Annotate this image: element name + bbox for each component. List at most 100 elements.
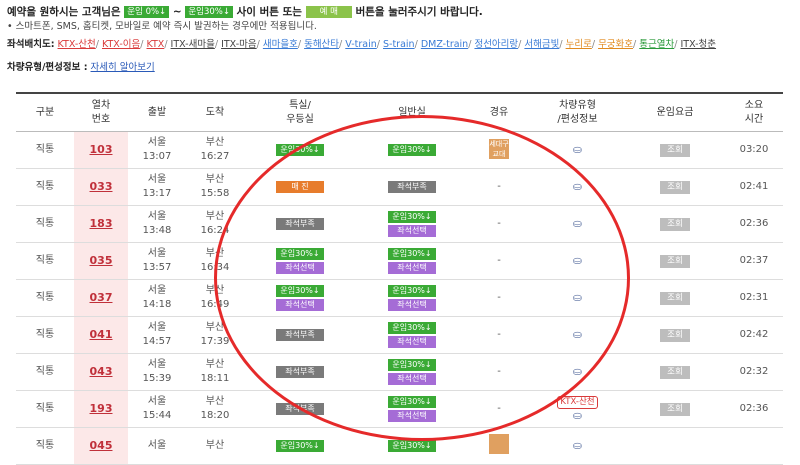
seat-status-button[interactable]: 좌석부족 [276,218,324,230]
seat-status-button[interactable]: 좌석부족 [276,366,324,378]
seat-layout-icon[interactable]: ⛀ [573,217,582,231]
seat-layout-link[interactable]: KTX-산천 [58,39,96,50]
seat-status-button[interactable]: 매 진 [276,181,324,193]
seat-layout-link[interactable]: 정선아리랑 [474,39,518,50]
seat-status-button[interactable]: 좌석선택 [388,299,436,311]
seat-layout-link[interactable]: ITX-청춘 [680,39,716,50]
train-type: 직통 [16,168,74,206]
seat-status-button[interactable]: 운임30%↓ [388,285,436,297]
seat-status-button[interactable]: 운임30%↓ [388,211,436,223]
fare-view-button[interactable]: 조회 [660,366,690,379]
seat-status-button[interactable]: 운임30%↓ [388,322,436,334]
seat-layout-icon[interactable]: ⛀ [573,291,582,305]
seat-layout-link[interactable]: ITX-마음 [221,39,257,50]
seat-status-button[interactable]: 운임30%↓ [276,144,324,156]
seat-status-button[interactable]: 운임30%↓ [388,359,436,371]
seat-status-button[interactable]: 좌석선택 [276,262,324,274]
fare-view-button[interactable]: 조회 [660,255,690,268]
train-number-cell: 103 [74,131,128,169]
fare-view-button[interactable]: 조회 [660,403,690,416]
via-cell [468,427,530,465]
train-number-link[interactable]: 103 [90,143,113,156]
car-type-cell: KTX-산천 ⛀ [530,390,625,428]
seat-layout-icon[interactable]: ⛀ [573,409,582,423]
special-seat-cell: 운임30%↓ [244,131,356,169]
seat-layout-link[interactable]: 통근열차 [639,39,674,50]
seat-layout-icon[interactable]: ⛀ [573,254,582,268]
duration: 02:36 [725,205,783,243]
seat-status-button[interactable]: 좌석선택 [388,410,436,422]
seat-status-button[interactable]: 좌석부족 [276,329,324,341]
via-cell: - [468,353,530,391]
seat-layout-icon[interactable]: ⛀ [573,365,582,379]
arrival-cell: 부산 18:20 [186,390,244,428]
train-schedule-table: 구분 열차 번호 출발 도착 특실/우등실 일반실 경유 차량유형/편성정보 운임요금 소요 시간 직… [16,92,783,465]
seat-layout-link[interactable]: 동해산타 [304,39,339,50]
train-number-link[interactable]: 033 [90,180,113,193]
train-number-link[interactable]: 035 [90,254,113,267]
column-header: 열차 번호 [74,92,128,132]
train-number-link[interactable]: 041 [90,328,113,341]
duration: 02:37 [725,242,783,280]
train-number-link[interactable]: 045 [90,439,113,452]
seat-layout-link[interactable]: 서해금빛 [524,39,559,50]
seat-status-button[interactable]: 좌석선택 [388,262,436,274]
train-number-link[interactable]: 037 [90,291,113,304]
seat-layout-link[interactable]: 무궁화호 [598,39,633,50]
arrival-cell: 부산 18:11 [186,353,244,391]
seat-status-button[interactable]: 운임30%↓ [276,285,324,297]
seat-layout-link[interactable]: ITX-새마을 [171,39,215,50]
departure-cell: 서울 [128,427,186,465]
car-info-link[interactable]: 자세히 알아보기 [91,62,155,73]
seat-layout-link[interactable]: KTX-이음 [102,39,140,50]
seat-layout-icon[interactable]: ⛀ [573,143,582,157]
via-info-button[interactable]: 세대구 교대 [489,139,509,159]
seat-layout-link[interactable]: V-train [345,39,376,50]
seat-status-button[interactable]: 좌석선택 [388,336,436,348]
notice-text-c: 버튼을 눌러주시기 바랍니다. [355,6,483,18]
seat-layout-link[interactable]: KTX [147,39,165,50]
seat-status-button[interactable]: 운임30%↓ [388,396,436,408]
seat-layout-link[interactable]: 누리로 [566,39,592,50]
seat-layout-link[interactable]: S-train [383,39,415,50]
general-seat-cell: 좌석부족 [356,168,468,206]
seat-status-button[interactable]: 운임30%↓ [388,248,436,260]
special-seat-cell: 좌석부족 [244,316,356,354]
fare-view-button[interactable]: 조회 [660,144,690,157]
fare-view-button[interactable]: 조회 [660,292,690,305]
fare-cell: 조회 [625,353,725,391]
fare-cell: 조회 [625,242,725,280]
fare-cell: 조회 [625,205,725,243]
arrival-time: 16:24 [200,225,230,236]
seat-status-button[interactable]: 운임30%↓ [276,440,324,452]
train-number-link[interactable]: 193 [90,402,113,415]
train-number-cell: 043 [74,353,128,391]
seat-layout-icon[interactable]: ⛀ [573,328,582,342]
train-number-link[interactable]: 183 [90,217,113,230]
seat-status-button[interactable]: 운임30%↓ [388,144,436,156]
seat-layout-icon[interactable]: ⛀ [573,180,582,194]
arrival-cell: 부산 [186,427,244,465]
car-type-badge[interactable]: KTX-산천 [557,395,598,409]
arrival-time: 16:34 [200,262,230,273]
train-number-link[interactable]: 043 [90,365,113,378]
train-type: 직통 [16,353,74,391]
seat-status-button[interactable]: 운임30%↓ [276,248,324,260]
car-type-cell: ⛀ [530,205,625,243]
fare-view-button[interactable]: 조회 [660,329,690,342]
seat-status-button[interactable]: 좌석선택 [388,225,436,237]
seat-status-button[interactable]: 좌석선택 [388,373,436,385]
via-info-button[interactable] [489,433,509,454]
table-row: 직통 193 서울 15:44 부산 18:20 좌석부족 운임30%↓ 좌석선택 - KTX-산천… [16,390,783,428]
seat-layout-link[interactable]: 새마을호 [263,39,298,50]
seat-status-button[interactable]: 좌석부족 [388,181,436,193]
seat-layout-icon[interactable]: ⛀ [573,439,582,453]
seat-status-button[interactable]: 좌석선택 [276,299,324,311]
fare-view-button[interactable]: 조회 [660,181,690,194]
seat-status-button[interactable]: 운임30%↓ [388,440,436,452]
seat-status-button[interactable]: 좌석부족 [276,403,324,415]
seat-layout-link[interactable]: DMZ-train [421,39,468,50]
duration: 02:31 [725,279,783,317]
special-seat-cell: 운임30%↓ 좌석선택 [244,242,356,280]
fare-view-button[interactable]: 조회 [660,218,690,231]
